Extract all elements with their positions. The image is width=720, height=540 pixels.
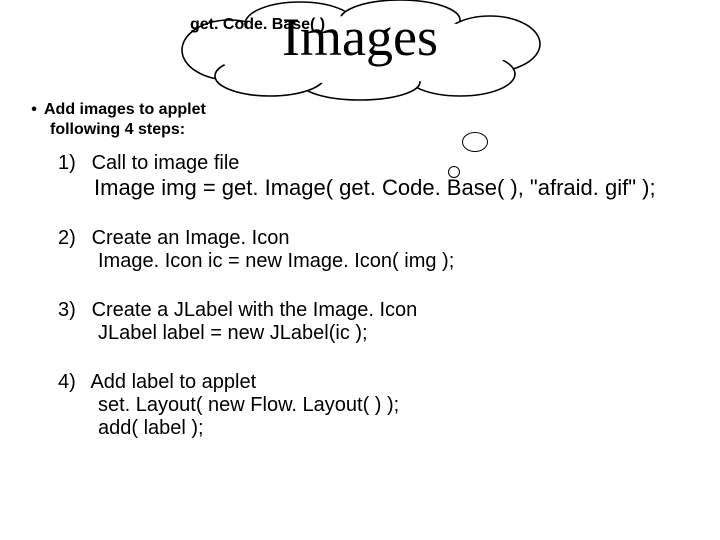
step-heading: Create a JLabel with the Image. Icon (92, 299, 418, 321)
intro-text: •Add images to applet following 4 steps: (24, 100, 206, 140)
intro-line1: Add images to applet (44, 101, 206, 118)
step-1: 1) Call to image file Image img = get. I… (58, 152, 700, 201)
step-body: JLabel label = new JLabel(ic ); (58, 322, 700, 345)
step-2: 2) Create an Image. Icon Image. Icon ic … (58, 227, 700, 273)
step-4: 4) Add label to applet set. Layout( new … (58, 371, 700, 440)
step-body: Image. Icon ic = new Image. Icon( img ); (58, 250, 700, 273)
step-body: set. Layout( new Flow. Layout( ) ); add(… (58, 394, 700, 440)
step-heading: Add label to applet (90, 371, 256, 393)
bullet-icon: • (24, 100, 44, 120)
slide: Images get. Code. Base( ) •Add images to… (0, 0, 720, 540)
title-annotation: get. Code. Base( ) (190, 16, 325, 34)
steps-list: 1) Call to image file Image img = get. I… (58, 152, 700, 466)
step-heading: Create an Image. Icon (92, 227, 290, 249)
step-number: 2) (58, 227, 86, 250)
cloud-tail-bubble (462, 132, 488, 152)
step-body: Image img = get. Image( get. Code. Base(… (58, 175, 700, 201)
step-number: 3) (58, 299, 86, 322)
step-number: 4) (58, 371, 86, 394)
step-3: 3) Create a JLabel with the Image. Icon … (58, 299, 700, 345)
title-area: Images get. Code. Base( ) (0, 6, 720, 68)
step-heading: Call to image file (92, 152, 240, 174)
step-number: 1) (58, 152, 86, 175)
intro-line2: following 4 steps: (50, 121, 185, 138)
